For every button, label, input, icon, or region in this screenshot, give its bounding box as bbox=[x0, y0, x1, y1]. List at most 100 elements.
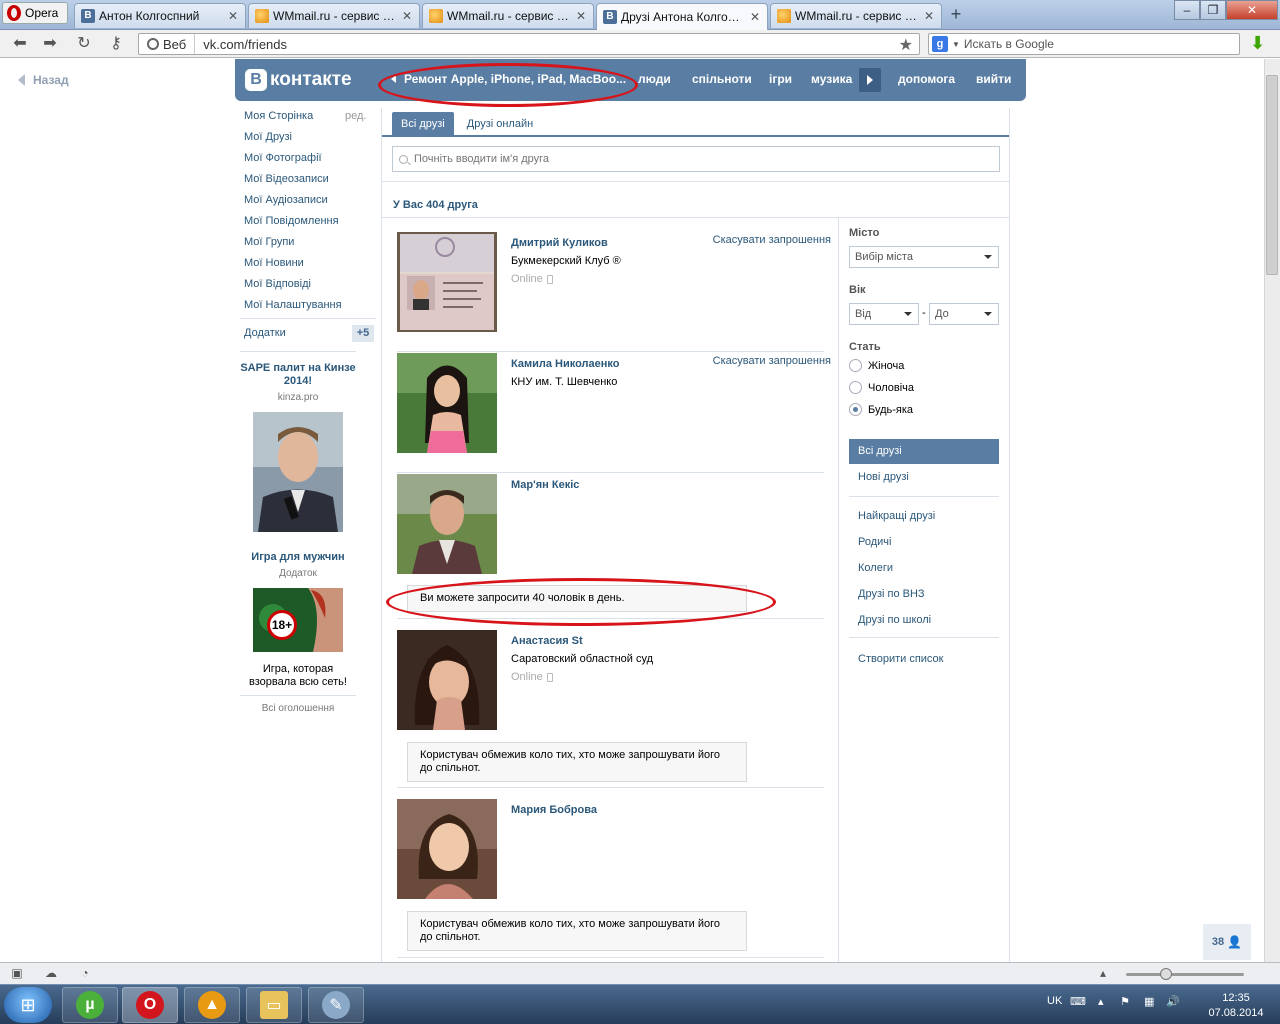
web-badge[interactable]: Веб bbox=[139, 34, 196, 54]
volume-icon[interactable]: 🔊 bbox=[1166, 995, 1180, 1008]
left-menu-messages[interactable]: Мої Повідомлення bbox=[244, 215, 339, 227]
close-tab-icon[interactable]: ✕ bbox=[401, 9, 413, 23]
zoom-slider-knob[interactable] bbox=[1160, 968, 1172, 980]
ad-title[interactable]: Игра для мужчин bbox=[240, 551, 356, 564]
friend-search-input[interactable] bbox=[414, 153, 974, 165]
left-menu-groups[interactable]: Мої Групи bbox=[244, 236, 294, 248]
view-icon[interactable]: ▴ bbox=[1096, 967, 1110, 980]
reload-icon[interactable]: ↻ bbox=[74, 34, 94, 54]
friend-name[interactable]: Анастасия St bbox=[511, 635, 583, 647]
left-menu-audio[interactable]: Мої Аудіозаписи bbox=[244, 194, 328, 206]
cancel-invite-link[interactable]: Скасувати запрошення bbox=[713, 355, 831, 367]
left-menu-answers[interactable]: Мої Відповіді bbox=[244, 278, 311, 290]
radio-button[interactable] bbox=[849, 381, 862, 394]
close-tab-icon[interactable]: ✕ bbox=[575, 9, 587, 23]
left-menu-news[interactable]: Мої Новини bbox=[244, 257, 304, 269]
city-select[interactable]: Вибір міста bbox=[849, 246, 999, 268]
new-tab-icon[interactable]: + bbox=[946, 4, 966, 24]
taskbar-app[interactable]: ▲ bbox=[184, 987, 240, 1023]
tab-friends-online[interactable]: Друзі онлайн bbox=[458, 112, 542, 136]
taskbar-paint[interactable]: ✎ bbox=[308, 987, 364, 1023]
friend-avatar[interactable] bbox=[397, 799, 497, 899]
sex-radio-male[interactable]: Чоловіча bbox=[849, 381, 914, 394]
friend-name[interactable]: Мар'ян Кекіс bbox=[511, 479, 579, 491]
close-tab-icon[interactable]: ✕ bbox=[749, 10, 761, 24]
menu-communities[interactable]: спільноти bbox=[692, 72, 752, 86]
friend-name[interactable]: Камила Николаенко bbox=[511, 358, 620, 370]
friend-avatar[interactable] bbox=[397, 474, 497, 574]
close-tab-icon[interactable]: ✕ bbox=[227, 9, 239, 23]
menu-people[interactable]: люди bbox=[638, 72, 671, 86]
ad-image-man[interactable] bbox=[253, 412, 343, 532]
friend-avatar[interactable] bbox=[397, 232, 497, 332]
header-ad-link[interactable]: Ремонт Apple, iPhone, iPad, MacBoo... bbox=[391, 72, 626, 86]
nav-colleagues[interactable]: Колеги bbox=[858, 562, 893, 574]
key-icon[interactable]: ⚷ bbox=[106, 34, 126, 54]
apps-count-badge[interactable]: +5 bbox=[352, 325, 374, 342]
taskbar-explorer[interactable]: ▭ bbox=[246, 987, 302, 1023]
menu-help[interactable]: допомога bbox=[898, 72, 955, 86]
panel-toggle-icon[interactable]: ▣ bbox=[10, 967, 24, 980]
left-menu-my-page[interactable]: Моя Сторінка bbox=[244, 110, 313, 122]
left-menu-videos[interactable]: Мої Відеозаписи bbox=[244, 173, 329, 185]
friend-search-field[interactable] bbox=[392, 146, 1000, 172]
friend-name[interactable]: Мария Боброва bbox=[511, 804, 597, 816]
sex-radio-any[interactable]: Будь-яка bbox=[849, 403, 913, 416]
browser-search-input[interactable]: g ▼ Искать в Google bbox=[928, 33, 1240, 55]
ad-title[interactable]: SAPE палит на Кинзе 2014! bbox=[240, 362, 356, 388]
vk-logo[interactable]: B контакте bbox=[245, 69, 352, 91]
friend-avatar[interactable] bbox=[397, 353, 497, 453]
age-to-select[interactable]: До bbox=[929, 303, 999, 325]
ad-image-game[interactable]: 18+ bbox=[253, 588, 343, 652]
close-tab-icon[interactable]: ✕ bbox=[923, 9, 935, 23]
scrollbar-thumb[interactable] bbox=[1266, 75, 1278, 275]
menu-music[interactable]: музика bbox=[811, 72, 852, 86]
taskbar-opera[interactable]: O bbox=[122, 987, 178, 1023]
restore-icon[interactable]: ❐ bbox=[1200, 0, 1226, 20]
cancel-invite-link[interactable]: Скасувати запрошення bbox=[713, 234, 831, 246]
friend-avatar[interactable] bbox=[397, 630, 497, 730]
nav-relatives[interactable]: Родичі bbox=[858, 536, 891, 548]
radio-button-selected[interactable] bbox=[849, 403, 862, 416]
back-link[interactable]: Назад bbox=[18, 73, 69, 87]
nav-university-friends[interactable]: Друзі по ВНЗ bbox=[858, 588, 925, 600]
sex-radio-female[interactable]: Жіноча bbox=[849, 359, 904, 372]
ad-text[interactable]: Игра, которая взорвала всю сеть! bbox=[240, 663, 356, 689]
keyboard-icon[interactable]: ⌨ bbox=[1070, 995, 1086, 1008]
radio-button[interactable] bbox=[849, 359, 862, 372]
left-menu-settings[interactable]: Мої Налаштування bbox=[244, 299, 342, 311]
left-menu-apps[interactable]: Додатки bbox=[244, 327, 286, 339]
url-field[interactable]: Веб vk.com/friends ★ bbox=[138, 33, 920, 55]
taskbar-utorrent[interactable]: µ bbox=[62, 987, 118, 1023]
nav-best-friends[interactable]: Найкращі друзі bbox=[858, 510, 935, 522]
system-clock[interactable]: 12:35 07.08.2014 bbox=[1200, 991, 1272, 1021]
menu-scroll-right-icon[interactable] bbox=[859, 68, 881, 92]
nav-school-friends[interactable]: Друзі по школі bbox=[858, 614, 931, 626]
left-menu-edit[interactable]: ред. bbox=[345, 110, 366, 122]
start-button-icon[interactable]: ⊞ bbox=[4, 987, 52, 1023]
create-list-link[interactable]: Створити список bbox=[858, 653, 943, 665]
browser-tab[interactable]: WMmail.ru - сервис п... ✕ bbox=[248, 3, 420, 28]
browser-tab[interactable]: WMmail.ru - сервис п... ✕ bbox=[422, 3, 594, 28]
tray-arrow-icon[interactable]: ▴ bbox=[1098, 995, 1104, 1008]
chevron-down-icon[interactable]: ▼ bbox=[952, 40, 960, 49]
browser-tab[interactable]: WMmail.ru - сервис п... ✕ bbox=[770, 3, 942, 28]
menu-games[interactable]: ігри bbox=[769, 72, 792, 86]
browser-tab[interactable]: B Антон Колгоспний ✕ bbox=[74, 3, 246, 28]
all-ads-link[interactable]: Всі оголошення bbox=[240, 703, 356, 714]
age-from-select[interactable]: Від bbox=[849, 303, 919, 325]
language-indicator[interactable]: UK bbox=[1047, 995, 1062, 1007]
back-arrow-icon[interactable]: ⬅ bbox=[10, 34, 30, 54]
forward-arrow-icon[interactable]: ➡ bbox=[40, 34, 60, 54]
network-icon[interactable]: ▦ bbox=[1144, 995, 1154, 1008]
tab-all-friends[interactable]: Всі друзі bbox=[392, 112, 454, 136]
download-icon[interactable]: ⬇ bbox=[1250, 34, 1268, 52]
close-window-icon[interactable]: ✕ bbox=[1226, 0, 1278, 20]
chevron-left-icon[interactable] bbox=[391, 75, 396, 83]
opera-menu-button[interactable]: Opera bbox=[2, 2, 68, 24]
nav-all-friends[interactable]: Всі друзі bbox=[849, 439, 999, 464]
online-friends-counter[interactable]: 38 👤 bbox=[1203, 924, 1251, 960]
cloud-icon[interactable]: ☁ bbox=[44, 967, 58, 980]
friend-name[interactable]: Дмитрий Куликов bbox=[511, 237, 608, 249]
left-menu-friends[interactable]: Мої Друзі bbox=[244, 131, 292, 143]
